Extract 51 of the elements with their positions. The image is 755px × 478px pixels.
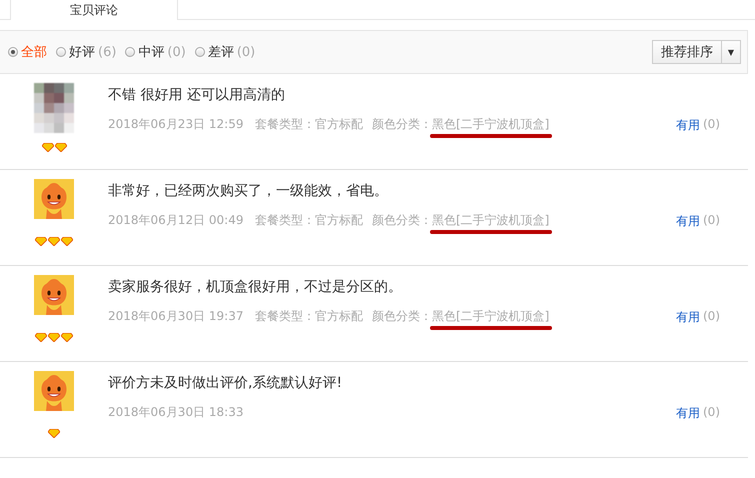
sort-dropdown[interactable]: 推荐排序 ▼ bbox=[652, 40, 741, 64]
diamond-icon bbox=[48, 333, 60, 342]
filter-label[interactable]: 中评 bbox=[138, 43, 164, 61]
useful-link[interactable]: 有用 bbox=[676, 309, 700, 361]
color-label: 颜色分类： bbox=[372, 212, 432, 228]
review-tab[interactable]: 宝贝评论 bbox=[10, 0, 178, 20]
review-text: 卖家服务很好，机顶盒很好用，不过是分区的。 bbox=[108, 278, 403, 296]
diamond-icon bbox=[61, 237, 73, 246]
diamond-icon bbox=[54, 143, 66, 152]
package-type: 套餐类型：官方标配 bbox=[255, 116, 363, 132]
useful-count: (0) bbox=[703, 309, 720, 325]
review-date: 2018年06月23日 12:59 bbox=[108, 116, 244, 132]
package-type: 套餐类型：官方标配 bbox=[255, 212, 363, 228]
diamond-icon bbox=[48, 237, 60, 246]
useful-count: (0) bbox=[703, 213, 720, 229]
color-label: 颜色分类： bbox=[372, 116, 432, 132]
package-type: 套餐类型：官方标配 bbox=[255, 308, 363, 324]
diamond-icon bbox=[35, 237, 47, 246]
filter-label[interactable]: 好评 bbox=[69, 43, 95, 61]
filter-count: (0) bbox=[167, 44, 186, 60]
radio-button[interactable] bbox=[125, 47, 136, 57]
radio-button[interactable] bbox=[194, 47, 205, 57]
useful-link[interactable]: 有用 bbox=[676, 405, 700, 457]
review-text: 非常好，已经两次购买了，一级能效，省电。 bbox=[108, 182, 389, 200]
diamond-icon bbox=[35, 333, 47, 342]
review-date: 2018年06月12日 00:49 bbox=[108, 212, 244, 228]
avatar-mascot-icon bbox=[34, 371, 74, 411]
review-text: 评价方未及时做出评价,系统默认好评! bbox=[108, 374, 344, 392]
diamond-icon bbox=[61, 333, 73, 342]
useful-count: (0) bbox=[703, 117, 720, 133]
radio-button[interactable] bbox=[56, 47, 66, 57]
diamond-icon bbox=[42, 143, 54, 152]
review-date: 2018年06月30日 18:33 bbox=[108, 404, 244, 420]
color-label: 颜色分类： bbox=[372, 308, 432, 324]
color-value: 黑色[二手宁波机顶盒] bbox=[432, 117, 550, 131]
useful-link[interactable]: 有用 bbox=[676, 213, 700, 265]
sort-button[interactable]: 推荐排序 bbox=[652, 41, 721, 63]
useful-link[interactable]: 有用 bbox=[676, 117, 700, 169]
filter-label[interactable]: 差评 bbox=[208, 43, 234, 61]
avatar-mascot-icon bbox=[34, 275, 74, 315]
useful-count: (0) bbox=[703, 405, 720, 421]
review-date: 2018年06月30日 19:37 bbox=[108, 308, 244, 324]
filter-count: (6) bbox=[98, 44, 116, 60]
color-value: 黑色[二手宁波机顶盒] bbox=[432, 213, 550, 227]
blurred-avatar-photo bbox=[34, 83, 74, 133]
filter-count: (0) bbox=[236, 44, 256, 60]
avatar-mascot-icon bbox=[34, 179, 74, 219]
radio-button[interactable] bbox=[8, 47, 18, 57]
review-text: 不错 很好用 还可以用高清的 bbox=[108, 86, 286, 104]
diamond-icon bbox=[48, 429, 60, 438]
color-value: 黑色[二手宁波机顶盒] bbox=[432, 309, 550, 323]
